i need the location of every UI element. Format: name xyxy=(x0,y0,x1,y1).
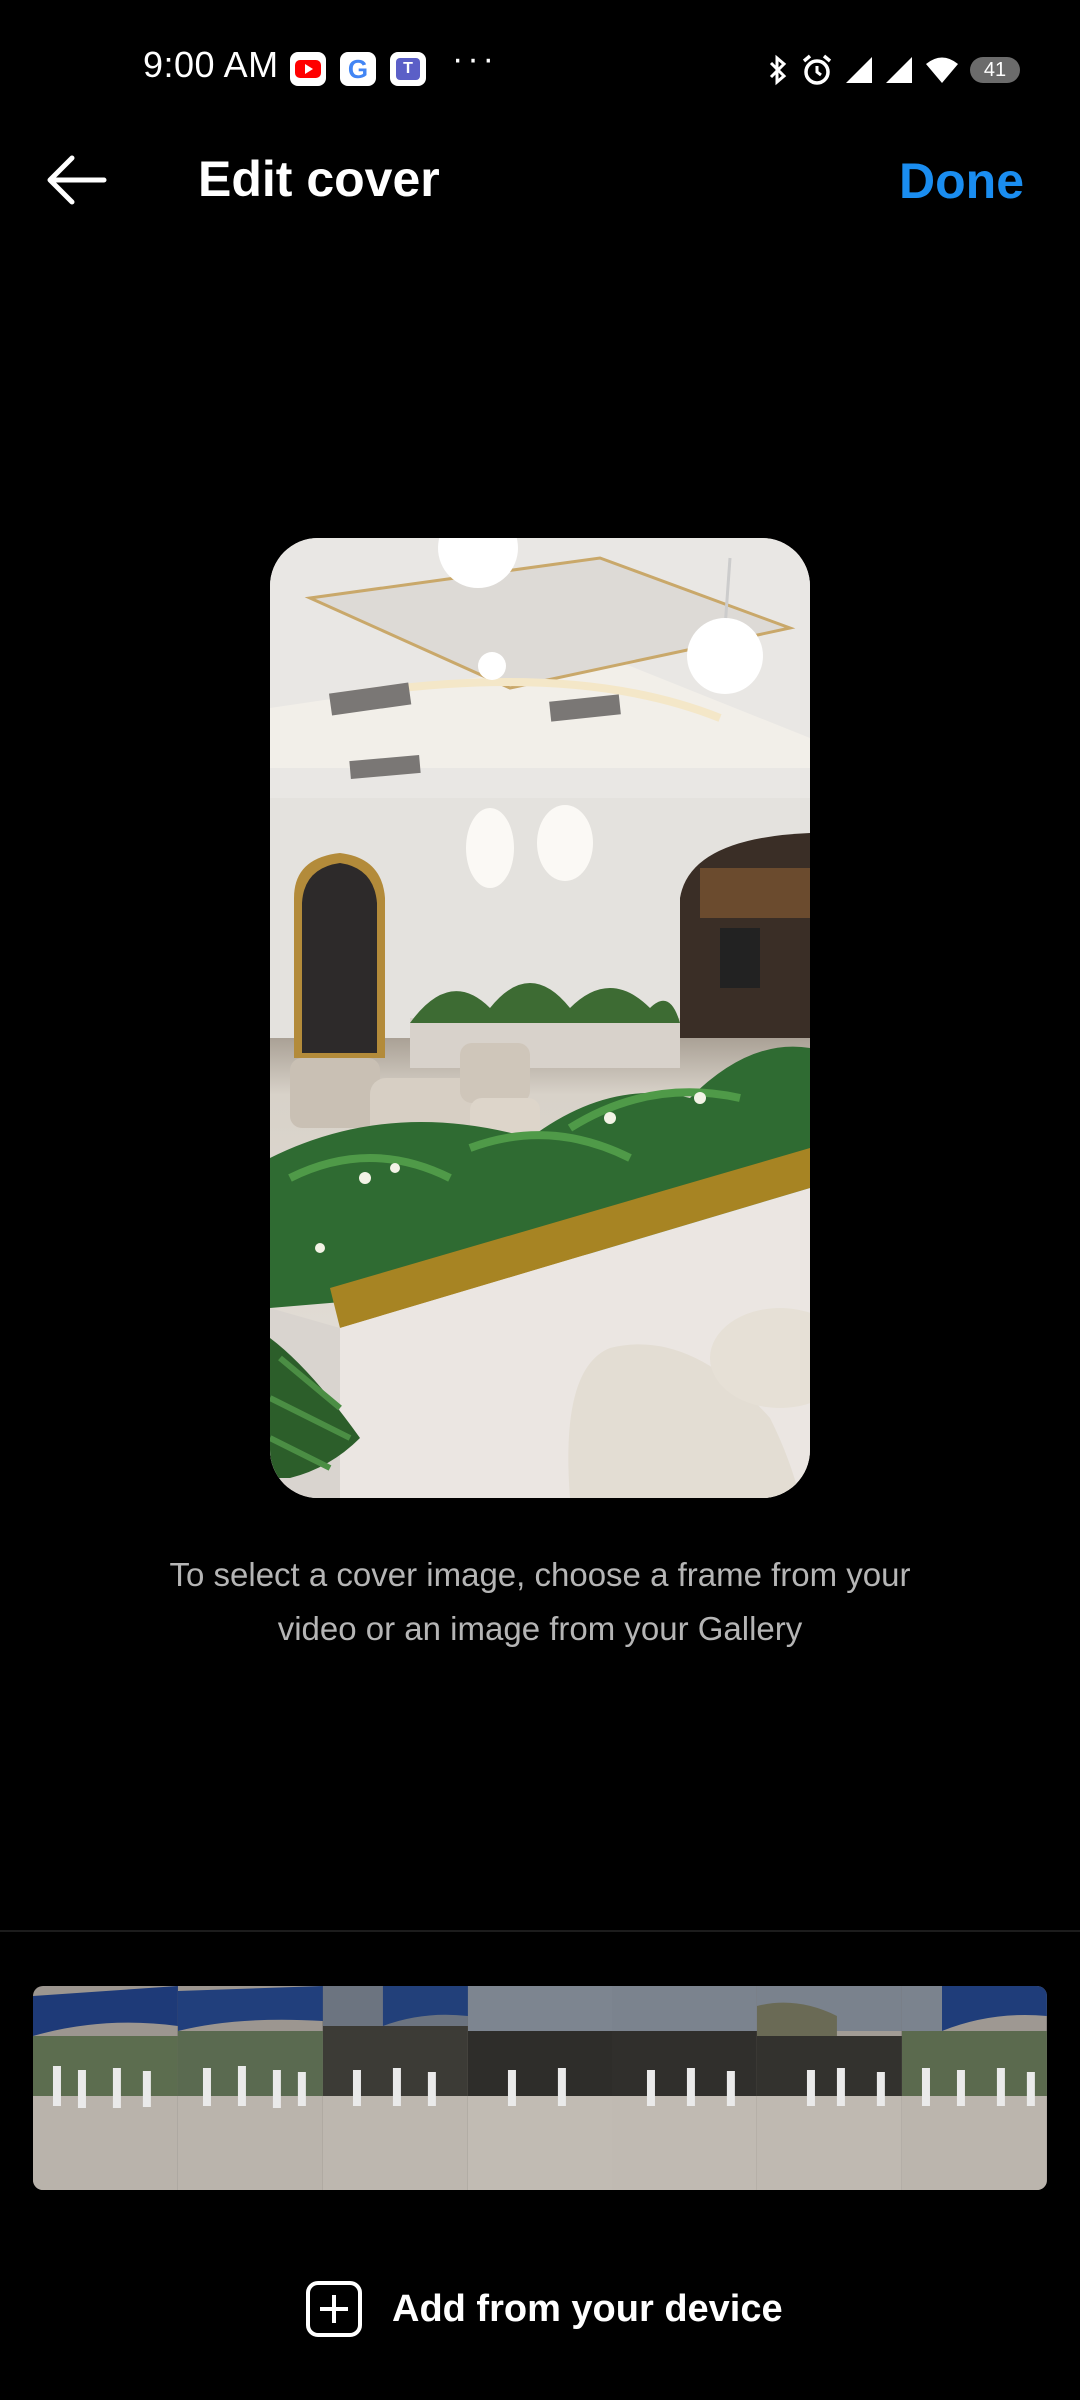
bluetooth-icon xyxy=(769,54,787,86)
timeline-frame[interactable] xyxy=(33,1986,178,2190)
signal-icon xyxy=(886,57,912,83)
alarm-icon xyxy=(802,54,832,85)
timeline-frame[interactable] xyxy=(757,1986,903,2190)
youtube-icon xyxy=(290,52,326,86)
teams-icon: T xyxy=(390,52,426,86)
add-from-device-label: Add from your device xyxy=(392,2287,783,2330)
cover-instructions: To select a cover image, choose a frame … xyxy=(140,1548,940,1656)
more-notifications-icon: ··· xyxy=(452,40,498,78)
header-bar: Edit cover Done xyxy=(0,140,1080,260)
status-time: 9:00 AM xyxy=(143,44,279,85)
add-from-device-button[interactable]: Add from your device xyxy=(306,2274,783,2344)
instructions-line-1: To select a cover image, choose a frame … xyxy=(169,1556,911,1593)
done-button[interactable]: Done xyxy=(899,152,1024,210)
page-title: Edit cover xyxy=(198,151,440,207)
edit-cover-screen: 9:00 AM G T ··· 41 Edit cover Done To se… xyxy=(0,0,1080,2400)
timeline-frame[interactable] xyxy=(177,1986,323,2190)
timeline-frame[interactable] xyxy=(467,1986,613,2190)
timeline-frame[interactable] xyxy=(902,1986,1047,2190)
video-frame-timeline[interactable] xyxy=(33,1986,1047,2190)
status-bar: 9:00 AM G T ··· 41 xyxy=(0,0,1080,140)
timeline-frame[interactable] xyxy=(612,1986,758,2190)
cover-illustration xyxy=(270,538,810,1498)
battery-indicator: 41 xyxy=(970,57,1020,83)
wifi-icon xyxy=(926,57,958,83)
cover-preview-image xyxy=(270,538,810,1498)
google-icon: G xyxy=(340,52,376,86)
back-button[interactable] xyxy=(40,140,112,220)
signal-icon xyxy=(846,57,872,83)
divider xyxy=(0,1930,1080,1932)
plus-square-icon xyxy=(306,2281,362,2337)
system-status-icons: 41 xyxy=(766,50,1020,90)
instructions-line-2: video or an image from your Gallery xyxy=(277,1610,803,1647)
arrow-left-icon xyxy=(47,155,107,205)
timeline-frame[interactable] xyxy=(322,1986,468,2190)
